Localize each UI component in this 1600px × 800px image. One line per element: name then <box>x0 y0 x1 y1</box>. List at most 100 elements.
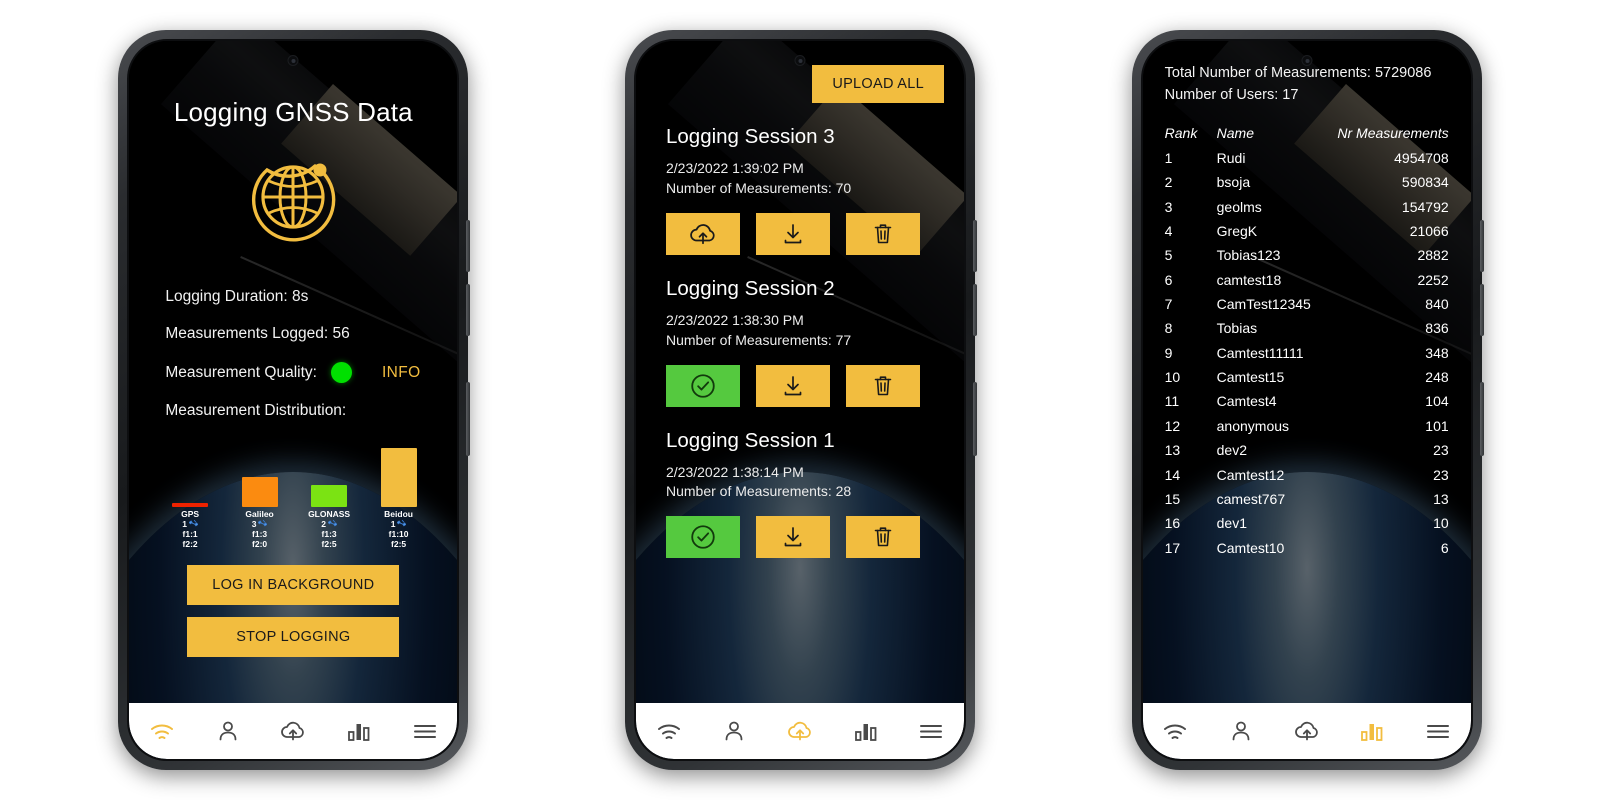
column-header-name: Name <box>1216 124 1254 141</box>
cell-name: dev1 <box>1216 515 1247 532</box>
cell-measurements: 2252 <box>1417 271 1449 288</box>
session-upload-button[interactable] <box>665 212 740 255</box>
nav-menu[interactable] <box>403 711 447 751</box>
nav-signal[interactable] <box>647 711 691 751</box>
globe-satellite-icon <box>252 163 336 242</box>
cell-rank: 16 <box>1164 515 1181 532</box>
nav-upload[interactable] <box>271 711 315 751</box>
log-in-background-button[interactable]: LOG IN BACKGROUND <box>187 565 400 605</box>
nav-menu[interactable] <box>909 711 953 751</box>
cloud-upload-icon <box>1294 721 1318 741</box>
table-row: 13 dev2 23 <box>1165 438 1449 462</box>
satellite-count-label: 1 <box>391 519 407 529</box>
upload-all-button[interactable]: UPLOAD ALL <box>812 65 944 103</box>
nav-signal[interactable] <box>1153 711 1197 751</box>
nav-upload[interactable] <box>1285 711 1329 751</box>
trash-icon <box>874 224 892 244</box>
table-body: 1 Rudi 4954708 2 bsoja 590834 3 geolms 154792 4 Gr… <box>1165 146 1449 560</box>
table-row: 3 geolms 154792 <box>1165 195 1449 219</box>
logging-duration-label: Logging Duration: 8s <box>165 288 309 305</box>
hamburger-menu-icon <box>920 725 943 738</box>
cell-name: Tobias <box>1216 320 1258 337</box>
cell-measurements: 21066 <box>1409 222 1449 239</box>
cell-name: camtest18 <box>1216 271 1282 288</box>
session-delete-button[interactable] <box>845 212 920 255</box>
cell-measurements: 101 <box>1425 417 1449 434</box>
signal-icon <box>1164 724 1187 739</box>
nav-profile[interactable] <box>206 711 250 751</box>
satellite-count-label: 3 <box>252 519 268 529</box>
session-measurement-count: Number of Measurements: 77 <box>665 331 852 348</box>
cell-rank: 15 <box>1164 490 1181 507</box>
distribution-bar <box>172 502 209 507</box>
info-button[interactable]: INFO <box>382 364 421 382</box>
power-button[interactable] <box>466 382 471 456</box>
nav-profile[interactable] <box>712 711 756 751</box>
table-row: 16 dev1 10 <box>1165 511 1449 535</box>
nav-signal[interactable] <box>140 711 184 751</box>
frequency-f2-label: f2:5 <box>391 538 407 549</box>
session-download-button[interactable] <box>755 364 830 407</box>
distribution-column-galileo: Galileo 3 f1:3 f2:0 <box>228 476 292 549</box>
cell-name: Camtest15 <box>1216 369 1285 386</box>
measurements-logged-label: Measurements Logged: 56 <box>165 325 350 342</box>
table-row: 1 Rudi 4954708 <box>1165 146 1449 170</box>
trash-icon <box>874 375 892 395</box>
distribution-column-beidou: Beidou 1 f1:10 f2:5 <box>367 447 431 549</box>
session-uploaded-indicator-button[interactable] <box>665 516 740 559</box>
satellite-icon <box>397 519 407 527</box>
volume-down-button[interactable] <box>1479 284 1484 336</box>
check-circle-icon <box>691 373 715 398</box>
distribution-category-label: Beidou <box>384 508 413 519</box>
leaderboard-summary: Total Number of Measurements: 5729086 Nu… <box>1143 41 1471 107</box>
session-download-button[interactable] <box>755 516 830 559</box>
cell-measurements: 10 <box>1433 515 1449 532</box>
session-delete-button[interactable] <box>845 364 920 407</box>
cell-name: Camtest4 <box>1216 393 1277 410</box>
cell-rank: 6 <box>1164 271 1173 288</box>
measurement-distribution-chart: GPS 1 f1:1 f2:2 Galileo 3 f1:3 f2:0 GLONASS 2 f1:3… <box>155 439 433 549</box>
measurement-distribution-label: Measurement Distribution: <box>165 402 347 419</box>
measurement-quality-row: Measurement Quality: INFO <box>165 362 457 383</box>
hamburger-menu-icon <box>413 725 436 738</box>
table-header-row: Rank Name Nr Measurements <box>1165 121 1449 145</box>
volume-down-button[interactable] <box>466 284 471 336</box>
cell-name: Camtest11111 <box>1216 344 1304 361</box>
power-button[interactable] <box>972 382 977 456</box>
cell-rank: 2 <box>1164 174 1173 191</box>
cell-measurements: 23 <box>1433 442 1449 459</box>
volume-down-button[interactable] <box>972 284 977 336</box>
volume-up-button[interactable] <box>466 220 471 272</box>
cell-name: Camtest10 <box>1216 539 1285 556</box>
cell-rank: 5 <box>1164 247 1173 264</box>
distribution-bar <box>241 476 278 507</box>
nav-statistics[interactable] <box>844 711 888 751</box>
cell-measurements: 590834 <box>1401 174 1449 191</box>
cell-name: CamTest12345 <box>1216 296 1311 313</box>
session-download-button[interactable] <box>755 212 830 255</box>
table-row: 6 camtest18 2252 <box>1165 268 1449 292</box>
cloud-upload-icon <box>690 223 715 244</box>
cell-rank: 10 <box>1164 369 1181 386</box>
satellite-icon <box>327 519 337 527</box>
session-measurement-count: Number of Measurements: 28 <box>665 483 852 500</box>
cell-measurements: 248 <box>1425 369 1449 386</box>
power-button[interactable] <box>1479 382 1484 456</box>
logging-screen: Logging GNSS Data Logging Duration: 8s M… <box>129 41 458 759</box>
nav-profile[interactable] <box>1219 711 1263 751</box>
cell-rank: 11 <box>1164 393 1180 410</box>
nav-statistics[interactable] <box>1350 711 1394 751</box>
frequency-f2-label: f2:0 <box>252 538 268 549</box>
nav-statistics[interactable] <box>337 711 381 751</box>
nav-menu[interactable] <box>1416 711 1460 751</box>
session-uploaded-indicator-button[interactable] <box>665 364 740 407</box>
cell-rank: 13 <box>1164 442 1181 459</box>
satellite-icon <box>188 519 198 527</box>
session-delete-button[interactable] <box>845 516 920 559</box>
volume-up-button[interactable] <box>1479 220 1484 272</box>
nav-upload[interactable] <box>778 711 822 751</box>
page-title: Logging GNSS Data <box>173 97 413 127</box>
stop-logging-button[interactable]: STOP LOGGING <box>187 617 400 657</box>
volume-up-button[interactable] <box>972 220 977 272</box>
cell-rank: 17 <box>1164 539 1181 556</box>
